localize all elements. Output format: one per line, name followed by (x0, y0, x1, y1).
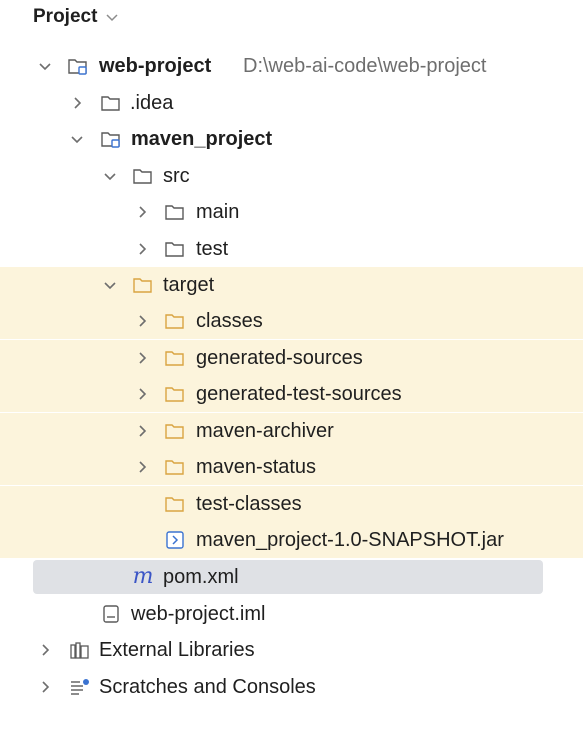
chevron-right-icon[interactable] (135, 387, 149, 401)
tree-row-iml[interactable]: web-project.iml (0, 596, 583, 632)
chevron-down-icon[interactable] (70, 132, 84, 146)
project-panel-header: Project (0, 0, 583, 34)
excluded-folder-icon (164, 311, 186, 331)
scratches-icon (69, 677, 91, 697)
chevron-right-icon[interactable] (70, 96, 84, 110)
folder-icon (164, 202, 186, 222)
tree-label-src: src (163, 165, 190, 187)
excluded-folder-icon (164, 457, 186, 477)
tree-label-maven-status: maven-status (196, 456, 317, 478)
tree-row-src[interactable]: src (0, 158, 583, 194)
tree-row-web-project[interactable]: web-project D:\web-ai-code\web-project (0, 48, 583, 84)
tree-row-maven-project[interactable]: maven_project (0, 121, 583, 157)
folder-icon (164, 239, 186, 259)
tree-row-test-classes[interactable]: test-classes (0, 486, 583, 522)
tree-row-classes[interactable]: classes (0, 303, 583, 339)
tree-label-idea: .idea (130, 92, 174, 114)
chevron-right-icon[interactable] (135, 314, 149, 328)
tree-row-pom[interactable]: m pom.xml (0, 559, 583, 595)
panel-title[interactable]: Project (33, 6, 97, 28)
tree-label-test: test (196, 238, 229, 260)
chevron-right-icon[interactable] (135, 424, 149, 438)
chevron-right-icon[interactable] (38, 680, 52, 694)
tree-row-maven-status[interactable]: maven-status (0, 449, 583, 485)
excluded-folder-icon (164, 348, 186, 368)
excluded-folder-icon (164, 421, 186, 441)
tree-label-external-libraries: External Libraries (99, 639, 255, 661)
tree-label-maven-archiver: maven-archiver (196, 420, 334, 442)
tree-label-generated-test-sources: generated-test-sources (196, 383, 402, 405)
excluded-folder-icon (164, 494, 186, 514)
chevron-down-icon[interactable] (105, 10, 119, 24)
tree-label-test-classes: test-classes (196, 493, 302, 515)
excluded-folder-icon (132, 275, 154, 295)
tree-label-iml: web-project.iml (131, 603, 266, 625)
tree-label-jar: maven_project-1.0-SNAPSHOT.jar (196, 529, 504, 551)
tree-row-generated-test-sources[interactable]: generated-test-sources (0, 376, 583, 412)
chevron-down-icon[interactable] (103, 169, 117, 183)
tree-label-scratches: Scratches and Consoles (99, 676, 316, 698)
excluded-folder-icon (164, 384, 186, 404)
tree-label-generated-sources: generated-sources (196, 347, 363, 369)
chevron-right-icon[interactable] (135, 205, 149, 219)
module-folder-icon (100, 129, 122, 149)
folder-icon (100, 93, 122, 113)
file-icon (100, 604, 122, 624)
chevron-down-icon[interactable] (38, 59, 52, 73)
maven-m-glyph: m (132, 564, 154, 589)
chevron-right-icon[interactable] (135, 242, 149, 256)
tree-label-main: main (196, 201, 240, 223)
chevron-right-icon[interactable] (135, 351, 149, 365)
chevron-right-icon[interactable] (38, 643, 52, 657)
tree-row-test[interactable]: test (0, 231, 583, 267)
tree-label-classes: classes (196, 310, 263, 332)
chevron-down-icon[interactable] (103, 278, 117, 292)
tree-row-main[interactable]: main (0, 194, 583, 230)
tree-row-scratches[interactable]: Scratches and Consoles (0, 669, 583, 705)
selection-highlight (33, 560, 543, 594)
module-folder-icon (67, 56, 89, 76)
tree-row-maven-archiver[interactable]: maven-archiver (0, 413, 583, 449)
tree-row-target[interactable]: target (0, 267, 583, 303)
tree-label-web-project: web-project (99, 55, 212, 77)
folder-icon (132, 166, 154, 186)
tree-row-jar[interactable]: maven_project-1.0-SNAPSHOT.jar (0, 522, 583, 558)
tree-label-target: target (163, 274, 215, 296)
tree-label-maven-project: maven_project (131, 128, 273, 150)
tree-path-web-project: D:\web-ai-code\web-project (243, 55, 487, 77)
archive-icon (164, 530, 186, 550)
tree-row-generated-sources[interactable]: generated-sources (0, 340, 583, 376)
maven-icon: m (132, 564, 154, 589)
tree-row-idea[interactable]: .idea (0, 85, 583, 121)
tree-row-external-libraries[interactable]: External Libraries (0, 632, 583, 668)
libraries-icon (69, 640, 91, 660)
tree-label-pom: pom.xml (163, 566, 239, 588)
chevron-right-icon[interactable] (135, 460, 149, 474)
